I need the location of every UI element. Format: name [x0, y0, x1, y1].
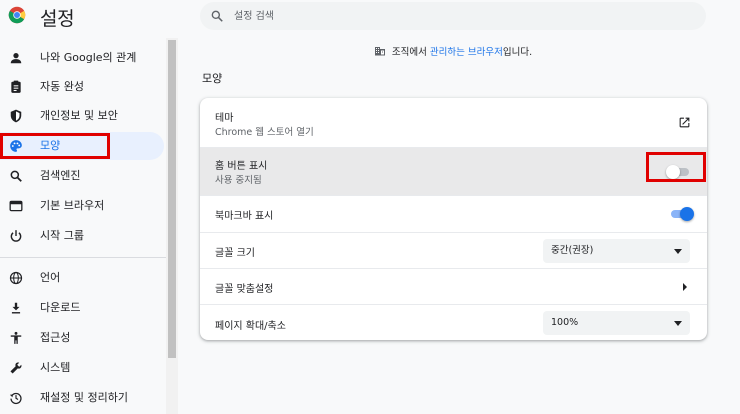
home-button-label: 홈 버튼 표시	[215, 161, 268, 172]
managed-browser-notice: 조직에서 관리하는 브라우저입니다.	[200, 44, 706, 60]
chrome-logo-icon[interactable]	[8, 6, 26, 24]
sidebar-item-accessibility[interactable]: 접근성	[0, 324, 164, 352]
theme-row[interactable]: 테마 Chrome 웹 스토어 열기	[200, 98, 707, 147]
sidebar-item-you-and-google[interactable]: 나와 Google의 관계	[0, 44, 164, 72]
page-zoom-value: 100%	[551, 317, 579, 328]
sidebar-item-label: 접근성	[40, 331, 71, 344]
font-size-value: 중간(권장)	[551, 245, 594, 256]
sidebar-item-label: 기본 브라우저	[40, 199, 105, 212]
clipboard-icon	[11, 80, 21, 93]
power-icon	[10, 230, 22, 242]
annotation-highlight-home-toggle	[646, 152, 706, 182]
theme-sublabel: Chrome 웹 스토어 열기	[215, 127, 314, 138]
toggle-knob	[680, 207, 694, 221]
chevron-right-icon	[683, 283, 687, 291]
customize-fonts-row[interactable]: 글꼴 맞춤설정	[200, 268, 707, 305]
font-size-select[interactable]: 중간(권장)	[543, 239, 690, 263]
sidebar-item-label: 나와 Google의 관계	[40, 51, 137, 64]
building-icon	[374, 47, 385, 56]
theme-label: 테마	[215, 113, 234, 124]
accessibility-icon	[10, 331, 22, 344]
sidebar-item-system[interactable]: 시스템	[0, 354, 164, 382]
sidebar-item-label: 개인정보 및 보안	[40, 109, 118, 122]
sidebar-item-label: 언어	[40, 271, 61, 284]
person-icon	[10, 53, 22, 64]
search-box[interactable]	[200, 2, 706, 30]
history-icon	[9, 392, 22, 405]
chevron-down-icon	[674, 249, 682, 254]
managed-notice-suffix: 입니다.	[502, 47, 533, 58]
shield-icon	[10, 109, 22, 123]
sidebar-divider	[0, 257, 166, 258]
sidebar-item-label: 시스템	[40, 361, 71, 374]
sidebar-item-label: 자동 완성	[40, 80, 84, 93]
app-header: 설정	[0, 0, 740, 36]
sidebar-item-label: 다운로드	[40, 301, 81, 314]
customize-fonts-label: 글꼴 맞춤설정	[215, 284, 274, 295]
sidebar-item-reset[interactable]: 재설정 및 정리하기	[0, 384, 164, 412]
search-input[interactable]	[234, 2, 694, 30]
sidebar-item-search-engine[interactable]: 검색엔진	[0, 162, 164, 190]
page-zoom-row: 페이지 확대/축소 100%	[200, 304, 707, 340]
wrench-icon	[10, 362, 22, 374]
sidebar-item-label: 검색엔진	[40, 169, 81, 182]
search-icon	[211, 10, 223, 22]
search-icon	[10, 170, 22, 182]
section-title: 모양	[202, 72, 223, 85]
home-button-sublabel: 사용 중지됨	[215, 175, 262, 186]
managed-browser-link[interactable]: 관리하는 브라우저	[430, 47, 503, 58]
chevron-down-icon	[674, 321, 682, 326]
sidebar-scrollbar-thumb[interactable]	[168, 40, 176, 358]
sidebar-item-label: 시작 그룹	[40, 229, 84, 242]
external-link-icon[interactable]	[678, 116, 691, 129]
globe-icon	[9, 271, 23, 285]
sidebar-item-downloads[interactable]: 다운로드	[0, 294, 164, 322]
bookmarks-bar-toggle[interactable]	[669, 207, 694, 221]
sidebar-item-languages[interactable]: 언어	[0, 264, 164, 292]
annotation-highlight-appearance	[0, 133, 110, 159]
appearance-settings-card: 테마 Chrome 웹 스토어 열기 홈 버튼 표시 사용 중지됨 북마크바 표…	[200, 98, 707, 340]
page-zoom-select[interactable]: 100%	[543, 311, 690, 335]
sidebar-nav: 나와 Google의 관계 자동 완성 개인정보 및 보안 모양 검색엔진 기본…	[0, 44, 166, 414]
managed-notice-prefix: 조직에서	[391, 47, 430, 58]
font-size-label: 글꼴 크기	[215, 248, 255, 259]
bookmarks-bar-row[interactable]: 북마크바 표시	[200, 195, 707, 233]
browser-icon	[9, 200, 23, 212]
bookmarks-bar-label: 북마크바 표시	[215, 211, 274, 222]
sidebar-item-on-startup[interactable]: 시작 그룹	[0, 222, 164, 250]
sidebar-item-autofill[interactable]: 자동 완성	[0, 73, 164, 101]
sidebar-item-privacy-security[interactable]: 개인정보 및 보안	[0, 102, 164, 130]
sidebar-item-label: 재설정 및 정리하기	[40, 391, 128, 404]
download-icon	[11, 302, 21, 314]
sidebar-item-default-browser[interactable]: 기본 브라우저	[0, 192, 164, 220]
page-title: 설정	[40, 8, 75, 30]
page-zoom-label: 페이지 확대/축소	[215, 321, 286, 332]
home-button-row[interactable]: 홈 버튼 표시 사용 중지됨	[200, 147, 707, 196]
font-size-row: 글꼴 크기 중간(권장)	[200, 232, 707, 269]
